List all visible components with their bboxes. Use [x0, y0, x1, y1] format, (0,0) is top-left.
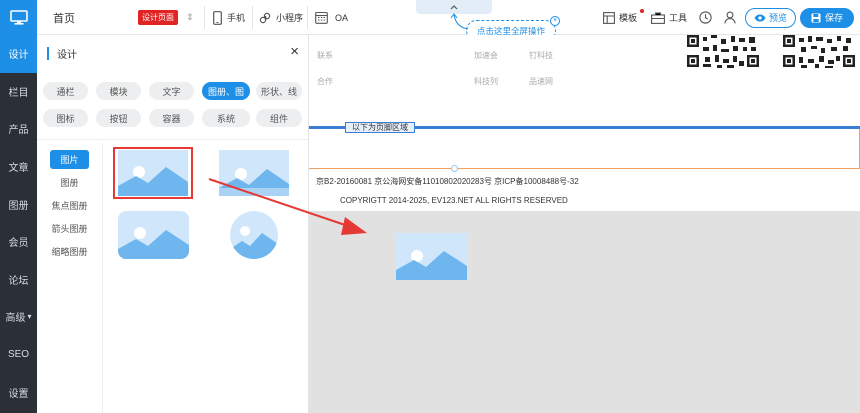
panel-divider — [37, 139, 309, 140]
mobile-button[interactable]: 手机 — [213, 0, 245, 35]
drag-arrow-icon — [208, 178, 367, 235]
rail-item-column[interactable]: 栏目 — [0, 73, 37, 111]
rail-item-advanced-label: 高级 — [5, 313, 26, 325]
template-button[interactable]: 模板 — [603, 0, 644, 35]
subnav-item-album[interactable]: 图册 — [37, 171, 102, 194]
template-icon — [603, 11, 615, 24]
chip-text[interactable]: 文字 — [149, 82, 194, 100]
panel-header: 设计 × — [37, 35, 308, 71]
subnav-item-focus-album[interactable]: 焦点图册 — [37, 194, 102, 217]
footer-zone-frame[interactable] — [309, 129, 860, 169]
chip-button[interactable]: 按钮 — [96, 109, 141, 127]
subnav-item-arrow-album[interactable]: 箭头图册 — [37, 217, 102, 240]
rail-item-advanced[interactable]: 高级 ▾ — [0, 298, 37, 336]
subnav-item-image[interactable]: 图片 — [37, 148, 102, 171]
canvas-empty-area[interactable] — [309, 211, 860, 413]
user-icon[interactable] — [724, 0, 736, 35]
save-label: 保存 — [825, 13, 844, 23]
rail-item-member[interactable]: 会员 — [0, 223, 37, 261]
rail-item-seo[interactable]: SEO — [0, 336, 37, 374]
qr-code-image — [781, 35, 857, 69]
chip-banner[interactable]: 通栏 — [43, 82, 88, 100]
rail-item-album[interactable]: 图册 — [0, 185, 37, 223]
calendar-icon — [315, 11, 328, 24]
page-canvas[interactable]: 联系 加速会 钉科技 合作 科技列 品速网 以下为页脚区域 京B2-201600… — [309, 35, 860, 413]
editor-root: 设计 栏目 产品 文章 图册 会员 论坛 高级 ▾ SEO 设置 首页 设计页面 … — [0, 0, 860, 413]
chip-image-album[interactable]: 图册、图 — [202, 82, 250, 100]
chevron-up-icon — [450, 5, 458, 10]
rail-item-article[interactable]: 文章 — [0, 148, 37, 186]
panel-title: 设计 — [57, 49, 77, 61]
title-accent-bar — [47, 46, 49, 60]
footer-link[interactable]: 品速网 — [529, 76, 553, 87]
chip-container[interactable]: 容器 — [149, 109, 194, 127]
oa-label: OA — [335, 12, 349, 23]
chip-component[interactable]: 组件 — [256, 109, 302, 127]
resize-handle[interactable] — [451, 165, 458, 172]
dragging-image-ghost — [396, 233, 467, 280]
rail-item-settings[interactable]: 设置 — [0, 373, 37, 411]
footer-link[interactable]: 钉科技 — [529, 50, 553, 61]
tools-button[interactable]: 工具 — [651, 0, 687, 35]
subnav-item-thumb-album[interactable]: 缩略图册 — [37, 240, 102, 263]
history-clock-icon[interactable] — [699, 0, 712, 35]
divider — [252, 6, 253, 29]
subnav-item-label: 图片 — [50, 150, 89, 169]
subnav: 图片 图册 焦点图册 箭头图册 缩略图册 — [37, 143, 103, 413]
mini-program-button[interactable]: 小程序 — [259, 0, 303, 35]
floppy-icon — [811, 13, 821, 22]
page-switch-icon[interactable]: ⇕ — [186, 0, 194, 35]
mini-program-icon — [259, 12, 271, 23]
divider — [307, 6, 308, 29]
chip-system[interactable]: 系统 — [202, 109, 250, 127]
image-thumbnail-rounded[interactable] — [118, 211, 189, 259]
rail-item-design[interactable]: 设计 — [0, 35, 37, 73]
footer-link[interactable]: 加速会 — [474, 50, 498, 61]
template-label: 模板 — [619, 13, 638, 23]
toolbox-icon — [651, 11, 665, 24]
save-button[interactable]: 保存 — [800, 7, 855, 28]
mini-program-label: 小程序 — [276, 13, 304, 23]
tip-arrow — [450, 13, 469, 30]
close-icon[interactable]: × — [290, 43, 299, 60]
mobile-label: 手机 — [227, 13, 246, 23]
rail-item-product[interactable]: 产品 — [0, 110, 37, 148]
image-thumbnail-plain[interactable] — [118, 150, 188, 196]
oa-button[interactable]: OA — [315, 0, 348, 35]
preview-label: 预览 — [769, 13, 788, 23]
chip-module[interactable]: 模块 — [96, 82, 141, 100]
caret-down-icon: ▾ — [27, 312, 32, 322]
page-home-label[interactable]: 首页 — [53, 0, 75, 35]
footer-link[interactable]: 合作 — [317, 76, 333, 87]
close-icon[interactable]: × — [550, 16, 560, 26]
design-page-badge: 设计页面 — [138, 10, 178, 25]
footer-link[interactable]: 科技列 — [474, 76, 498, 87]
tools-label: 工具 — [669, 13, 688, 23]
chip-icon[interactable]: 图标 — [43, 109, 88, 127]
divider — [204, 6, 205, 29]
notification-dot — [640, 9, 644, 13]
left-rail: 设计 栏目 产品 文章 图册 会员 论坛 高级 ▾ SEO 设置 — [0, 0, 37, 413]
footer-link[interactable]: 联系 — [317, 50, 333, 61]
preview-button[interactable]: 预览 — [745, 7, 797, 28]
chip-shape-line[interactable]: 形状、线 — [256, 82, 302, 100]
qr-code-image — [685, 35, 761, 69]
phone-icon — [213, 10, 222, 25]
eye-icon — [754, 14, 766, 21]
rail-item-forum[interactable]: 论坛 — [0, 261, 37, 299]
monitor-icon[interactable] — [0, 0, 37, 35]
